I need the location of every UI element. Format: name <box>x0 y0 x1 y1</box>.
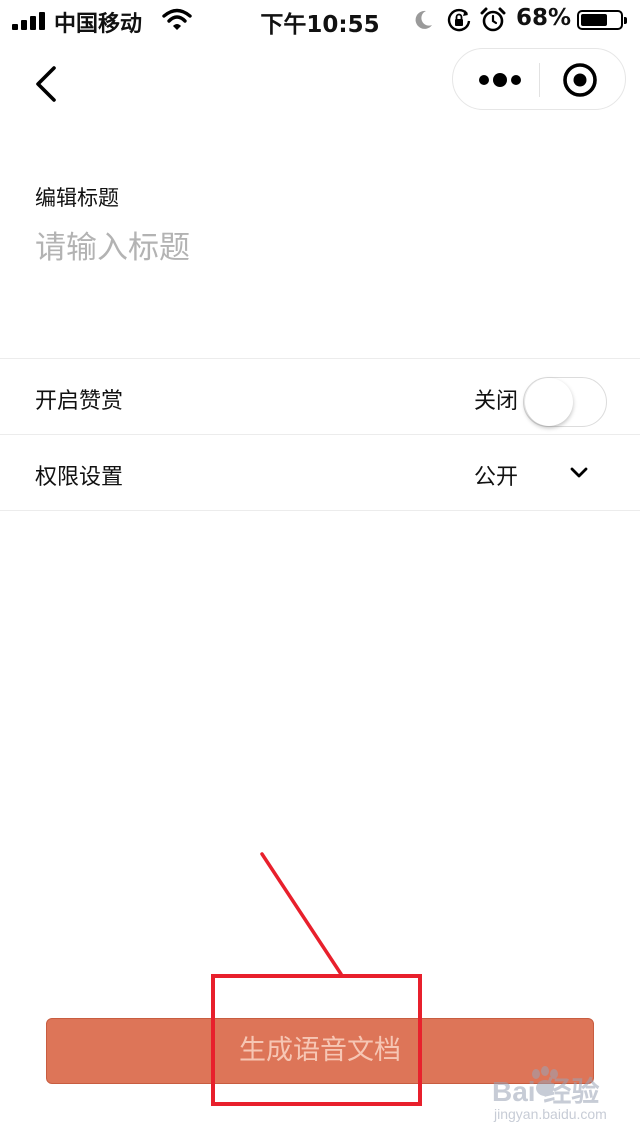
permission-value: 公开 <box>474 465 519 490</box>
reward-label: 开启赞赏 <box>35 389 124 414</box>
battery-fill <box>581 14 607 26</box>
reward-setting-row: 开启赞赏 关闭 <box>0 358 640 434</box>
permission-setting-row[interactable]: 权限设置 公开 <box>0 434 640 511</box>
moon-icon <box>415 10 432 29</box>
annotation-arrow <box>260 852 343 976</box>
watermark-url: jingyan.baidu.com <box>494 1106 607 1122</box>
reward-status-value: 关闭 <box>474 389 519 414</box>
status-bar: 中国移动 下午10:55 68% <box>0 0 640 40</box>
chevron-left-icon <box>36 66 56 102</box>
battery-icon <box>577 10 627 30</box>
back-button[interactable] <box>26 60 70 108</box>
mini-program-capsule <box>452 48 626 110</box>
close-target-icon[interactable] <box>561 61 599 99</box>
rotation-lock-icon <box>447 8 471 32</box>
battery-percent: 68% <box>516 5 572 31</box>
battery-nub <box>624 17 627 24</box>
toggle-knob <box>525 378 573 426</box>
more-dots-icon[interactable] <box>471 59 531 101</box>
reward-toggle[interactable] <box>523 377 607 427</box>
chevron-down-icon[interactable] <box>566 461 592 485</box>
generate-voice-doc-button[interactable]: 生成语音文档 <box>46 1018 594 1084</box>
edit-title-label: 编辑标题 <box>35 186 119 210</box>
permission-label: 权限设置 <box>35 465 124 490</box>
capsule-divider <box>539 63 540 97</box>
alarm-icon <box>480 7 506 32</box>
title-input[interactable] <box>35 224 605 272</box>
